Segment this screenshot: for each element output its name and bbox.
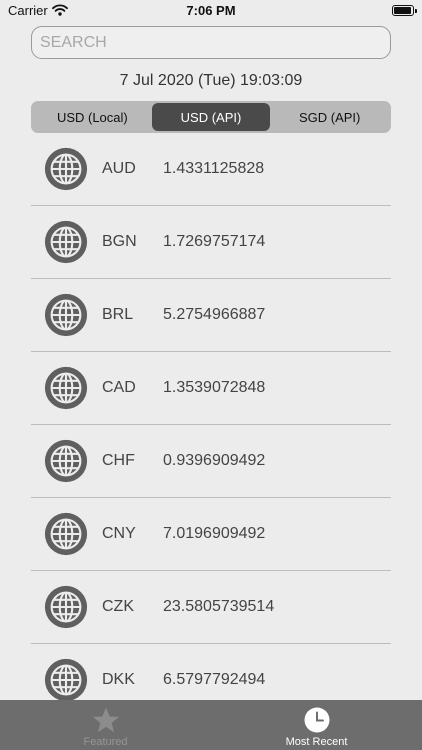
search-input[interactable] <box>31 26 391 59</box>
globe-icon <box>44 439 88 483</box>
tab-featured[interactable]: Featured <box>0 700 211 750</box>
exchange-rate: 0.9396909492 <box>163 452 266 469</box>
battery-icon <box>392 5 417 16</box>
currency-code: BRL <box>102 306 134 323</box>
globe-icon <box>44 220 88 264</box>
exchange-rate: 7.0196909492 <box>163 525 266 542</box>
star-icon <box>92 707 119 733</box>
tab-most-recent-label: Most Recent <box>285 736 348 748</box>
currency-code: CAD <box>102 379 136 396</box>
rate-row-bgn[interactable]: BGN 1.7269757174 <box>31 206 391 279</box>
rate-row-czk[interactable]: CZK 23.5805739514 <box>31 571 391 644</box>
currency-code: CZK <box>102 598 134 615</box>
currency-code: CNY <box>102 525 136 542</box>
rates-list: AUD 1.4331125828 BGN 1.7269757174 BRL 5.… <box>31 133 391 717</box>
rate-row-cny[interactable]: CNY 7.0196909492 <box>31 498 391 571</box>
rate-row-brl[interactable]: BRL 5.2754966887 <box>31 279 391 352</box>
rates-timestamp: 7 Jul 2020 (Tue) 19:03:09 <box>119 72 303 89</box>
globe-icon <box>44 512 88 556</box>
segment-usd-api[interactable]: USD (API) <box>151 103 271 131</box>
globe-icon <box>44 658 88 702</box>
currency-code: CHF <box>102 452 135 469</box>
tab-bar: Featured Most Recent <box>0 700 422 750</box>
exchange-rate: 1.4331125828 <box>163 160 265 177</box>
currency-code: BGN <box>102 233 137 250</box>
tab-most-recent[interactable]: Most Recent <box>211 700 422 750</box>
exchange-rate: 1.3539072848 <box>163 379 266 396</box>
currency-source-selector: USD (Local) USD (API) SGD (API) <box>31 101 391 133</box>
tab-featured-label: Featured <box>83 736 128 748</box>
exchange-rate: 23.5805739514 <box>163 598 275 615</box>
rate-row-aud[interactable]: AUD 1.4331125828 <box>31 133 391 206</box>
currency-code: AUD <box>102 160 136 177</box>
segment-usd-local[interactable]: USD (Local) <box>33 103 152 131</box>
globe-icon <box>44 147 88 191</box>
rate-row-cad[interactable]: CAD 1.3539072848 <box>31 352 391 425</box>
globe-icon <box>44 585 88 629</box>
status-time: 7:06 PM <box>186 3 236 18</box>
status-bar: Carrier 7:06 PM <box>0 0 422 22</box>
rate-row-chf[interactable]: CHF 0.9396909492 <box>31 425 391 498</box>
globe-icon <box>44 366 88 410</box>
exchange-rate: 1.7269757174 <box>163 233 266 250</box>
globe-icon <box>44 293 88 337</box>
exchange-rate: 5.2754966887 <box>163 306 266 323</box>
segment-sgd-api[interactable]: SGD (API) <box>270 103 389 131</box>
clock-icon <box>304 707 329 733</box>
